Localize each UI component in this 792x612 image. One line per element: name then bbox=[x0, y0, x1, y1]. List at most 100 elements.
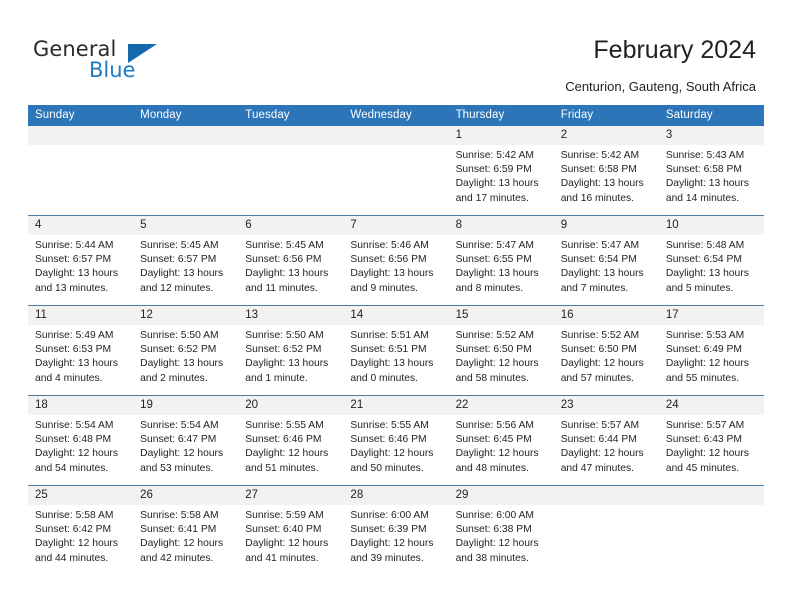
day-sunrise-text: Sunrise: 5:59 AM bbox=[245, 510, 324, 521]
day-daylight-line-text: Daylight: 13 hours bbox=[455, 268, 539, 280]
weekday-header-saturday: Saturday bbox=[658, 105, 764, 126]
day-sunrise-text: Sunrise: 5:44 AM bbox=[35, 240, 114, 251]
day-number: 9 bbox=[553, 216, 659, 235]
day-daylight-line-text: and 48 minutes. bbox=[455, 462, 529, 474]
day-daylight-line-text: and 55 minutes. bbox=[665, 372, 740, 384]
calendar-day-cell[interactable]: 29 Sunrise: 6:00 AM Sunset: 6:38 PM Dayligh… bbox=[448, 485, 554, 575]
day-sunset-text: Sunset: 6:58 PM bbox=[560, 164, 637, 176]
day-number: 2 bbox=[553, 126, 659, 145]
day-daylight-line-text: Daylight: 13 hours bbox=[35, 358, 118, 370]
day-daylight-line-text: Daylight: 13 hours bbox=[665, 268, 749, 280]
day-number: 27 bbox=[238, 486, 344, 505]
calendar-day-cell[interactable]: 8 Sunrise: 5:47 AM Sunset: 6:55 PM Daylight… bbox=[448, 215, 554, 306]
day-daylight-line-text: and 42 minutes. bbox=[140, 552, 214, 564]
calendar-day-cell[interactable]: 13 Sunrise: 5:50 AM Sunset: 6:52 PM Dayligh… bbox=[238, 305, 344, 396]
day-daylight-line-text: Daylight: 12 hours bbox=[455, 448, 539, 460]
day-number: 8 bbox=[448, 216, 554, 235]
day-daylight-line-text: and 2 minutes. bbox=[140, 372, 208, 384]
day-daylight-line-text: and 53 minutes. bbox=[140, 462, 214, 474]
day-sun-info: Sunrise: 5:47 AM Sunset: 6:54 PM Daylight:… bbox=[554, 235, 659, 296]
calendar-day-cell[interactable]: 11 Sunrise: 5:49 AM Sunset: 6:53 PM Dayligh… bbox=[28, 305, 134, 396]
day-daylight-line-text: and 51 minutes. bbox=[245, 462, 319, 474]
day-sunset-text: Sunset: 6:59 PM bbox=[455, 164, 532, 176]
day-sunset-text: Sunset: 6:54 PM bbox=[560, 254, 637, 266]
calendar-week-row: 4 Sunrise: 5:44 AM Sunset: 6:57 PM Daylight… bbox=[28, 215, 764, 306]
calendar-day-cell[interactable]: 4 Sunrise: 5:44 AM Sunset: 6:57 PM Daylight… bbox=[28, 215, 134, 306]
calendar-day-cell[interactable]: 14 Sunrise: 5:51 AM Sunset: 6:51 PM Dayligh… bbox=[343, 305, 449, 396]
day-daylight-line-text: and 7 minutes. bbox=[560, 282, 629, 294]
weekday-header-friday: Friday bbox=[553, 105, 659, 126]
calendar-day-cell[interactable]: 10 Sunrise: 5:48 AM Sunset: 6:54 PM Dayligh… bbox=[658, 215, 764, 306]
day-daylight-line-text: and 9 minutes. bbox=[350, 282, 418, 294]
calendar-day-cell[interactable]: 17 Sunrise: 5:53 AM Sunset: 6:49 PM Dayligh… bbox=[658, 305, 764, 396]
calendar-day-cell[interactable]: 12 Sunrise: 5:50 AM Sunset: 6:52 PM Dayligh… bbox=[133, 305, 239, 396]
day-sunset-text: Sunset: 6:57 PM bbox=[35, 254, 112, 266]
day-daylight-line-text: and 11 minutes. bbox=[245, 282, 318, 294]
calendar-day-cell[interactable]: 26 Sunrise: 5:58 AM Sunset: 6:41 PM Dayligh… bbox=[133, 485, 239, 575]
day-sunset-text: Sunset: 6:48 PM bbox=[35, 434, 112, 446]
day-sunset-text: Sunset: 6:42 PM bbox=[35, 524, 112, 536]
logo-text-blue: Blue bbox=[89, 58, 136, 82]
day-number: 24 bbox=[658, 396, 764, 415]
calendar-week-row: 25 Sunrise: 5:58 AM Sunset: 6:42 PM Dayligh… bbox=[28, 485, 764, 575]
day-sun-info: Sunrise: 5:54 AM Sunset: 6:48 PM Daylight:… bbox=[28, 415, 133, 476]
day-sunrise-text: Sunrise: 5:51 AM bbox=[350, 330, 429, 341]
day-sunrise-text: Sunrise: 5:53 AM bbox=[665, 330, 745, 341]
day-number: 14 bbox=[343, 306, 449, 325]
calendar-day-cell[interactable]: 20 Sunrise: 5:55 AM Sunset: 6:46 PM Dayligh… bbox=[238, 395, 344, 486]
weekday-header-tuesday: Tuesday bbox=[238, 105, 344, 126]
day-sun-info: Sunrise: 5:52 AM Sunset: 6:50 PM Daylight:… bbox=[554, 325, 659, 386]
calendar-day-cell[interactable]: 1 Sunrise: 5:42 AM Sunset: 6:59 PM Daylight… bbox=[448, 126, 554, 216]
calendar-day-cell[interactable]: 16 Sunrise: 5:52 AM Sunset: 6:50 PM Dayligh… bbox=[553, 305, 659, 396]
calendar-day-cell-empty bbox=[28, 126, 134, 216]
day-sunrise-text: Sunrise: 5:42 AM bbox=[560, 150, 640, 161]
calendar-day-cell[interactable]: 6 Sunrise: 5:45 AM Sunset: 6:56 PM Daylight… bbox=[238, 215, 344, 306]
day-sunrise-text: Sunrise: 5:49 AM bbox=[35, 330, 114, 341]
calendar-day-cell[interactable]: 2 Sunrise: 5:42 AM Sunset: 6:58 PM Daylight… bbox=[553, 126, 659, 216]
day-sunrise-text: Sunrise: 5:56 AM bbox=[455, 420, 534, 431]
day-sun-info: Sunrise: 5:45 AM Sunset: 6:56 PM Daylight:… bbox=[238, 235, 343, 296]
calendar-day-cell[interactable]: 9 Sunrise: 5:47 AM Sunset: 6:54 PM Daylight… bbox=[553, 215, 659, 306]
calendar-day-cell[interactable]: 23 Sunrise: 5:57 AM Sunset: 6:44 PM Dayligh… bbox=[553, 395, 659, 486]
day-sunset-text: Sunset: 6:50 PM bbox=[560, 344, 637, 356]
day-daylight-line-text: and 47 minutes. bbox=[560, 462, 634, 474]
weekday-header-sunday: Sunday bbox=[28, 105, 134, 126]
day-number bbox=[238, 126, 344, 145]
calendar-week-row: 11 Sunrise: 5:49 AM Sunset: 6:53 PM Dayligh… bbox=[28, 305, 764, 396]
calendar-day-cell[interactable]: 5 Sunrise: 5:45 AM Sunset: 6:57 PM Daylight… bbox=[133, 215, 239, 306]
day-daylight-line-text: Daylight: 12 hours bbox=[665, 358, 749, 370]
day-daylight-line-text: Daylight: 13 hours bbox=[560, 268, 644, 280]
day-sun-info: Sunrise: 5:55 AM Sunset: 6:46 PM Daylight:… bbox=[238, 415, 343, 476]
day-daylight-line-text: Daylight: 13 hours bbox=[245, 268, 329, 280]
calendar-day-cell[interactable]: 21 Sunrise: 5:55 AM Sunset: 6:46 PM Dayligh… bbox=[343, 395, 449, 486]
day-sunrise-text: Sunrise: 5:48 AM bbox=[665, 240, 745, 251]
day-sunrise-text: Sunrise: 5:57 AM bbox=[665, 420, 745, 431]
day-sun-info: Sunrise: 5:43 AM Sunset: 6:58 PM Daylight:… bbox=[659, 145, 764, 206]
day-daylight-line-text: Daylight: 12 hours bbox=[455, 358, 539, 370]
day-sunset-text: Sunset: 6:44 PM bbox=[560, 434, 637, 446]
calendar-day-cell[interactable]: 24 Sunrise: 5:57 AM Sunset: 6:43 PM Dayligh… bbox=[658, 395, 764, 486]
day-sun-info: Sunrise: 6:00 AM Sunset: 6:39 PM Daylight:… bbox=[343, 505, 448, 566]
day-sun-info: Sunrise: 5:57 AM Sunset: 6:44 PM Daylight:… bbox=[554, 415, 659, 476]
day-daylight-line-text: and 58 minutes. bbox=[455, 372, 529, 384]
calendar-day-cell[interactable]: 27 Sunrise: 5:59 AM Sunset: 6:40 PM Dayligh… bbox=[238, 485, 344, 575]
calendar-day-cell[interactable]: 19 Sunrise: 5:54 AM Sunset: 6:47 PM Dayligh… bbox=[133, 395, 239, 486]
day-sunset-text: Sunset: 6:51 PM bbox=[350, 344, 427, 356]
calendar-day-cell[interactable]: 7 Sunrise: 5:46 AM Sunset: 6:56 PM Daylight… bbox=[343, 215, 449, 306]
day-sun-info: Sunrise: 6:00 AM Sunset: 6:38 PM Daylight:… bbox=[449, 505, 554, 566]
calendar-day-cell-empty bbox=[658, 485, 764, 575]
calendar-day-cell[interactable]: 3 Sunrise: 5:43 AM Sunset: 6:58 PM Daylight… bbox=[658, 126, 764, 216]
weekday-header-wednesday: Wednesday bbox=[343, 105, 449, 126]
calendar-day-cell-empty bbox=[553, 485, 659, 575]
calendar-day-cell[interactable]: 28 Sunrise: 6:00 AM Sunset: 6:39 PM Dayligh… bbox=[343, 485, 449, 575]
calendar-day-cell[interactable]: 18 Sunrise: 5:54 AM Sunset: 6:48 PM Dayligh… bbox=[28, 395, 134, 486]
calendar-day-cell[interactable]: 22 Sunrise: 5:56 AM Sunset: 6:45 PM Dayligh… bbox=[448, 395, 554, 486]
day-daylight-line-text: and 17 minutes. bbox=[455, 192, 529, 204]
day-sunset-text: Sunset: 6:47 PM bbox=[140, 434, 217, 446]
day-number: 28 bbox=[343, 486, 449, 505]
day-number: 25 bbox=[28, 486, 134, 505]
calendar-day-cell[interactable]: 25 Sunrise: 5:58 AM Sunset: 6:42 PM Dayligh… bbox=[28, 485, 134, 575]
calendar-day-cell[interactable]: 15 Sunrise: 5:52 AM Sunset: 6:50 PM Dayligh… bbox=[448, 305, 554, 396]
day-sun-info: Sunrise: 5:56 AM Sunset: 6:45 PM Daylight:… bbox=[449, 415, 554, 476]
general-blue-logo[interactable]: General Blue bbox=[33, 37, 213, 89]
